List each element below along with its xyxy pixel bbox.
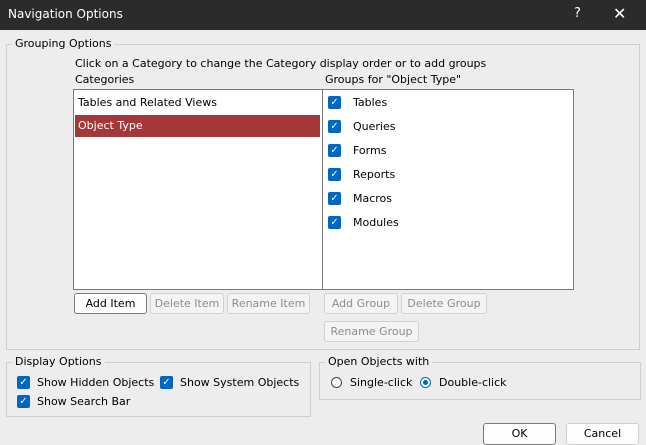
show-system-objects-label: Show System Objects [180, 376, 300, 389]
grouping-options-legend: Grouping Options [12, 37, 115, 50]
rename-item-button[interactable]: Rename Item [227, 293, 310, 314]
checkbox-checked-icon[interactable]: ✓ [328, 96, 341, 109]
show-search-bar-label: Show Search Bar [37, 395, 131, 408]
checkbox-checked-icon[interactable]: ✓ [328, 144, 341, 157]
add-group-button[interactable]: Add Group [324, 293, 398, 314]
ok-button[interactable]: OK [483, 423, 556, 445]
group-item-label: Reports [353, 168, 396, 181]
group-item-label: Queries [353, 120, 396, 133]
checkbox-checked-icon[interactable]: ✓ [328, 192, 341, 205]
category-item-object-type[interactable]: Object Type [75, 115, 320, 137]
checkbox-checked-icon[interactable]: ✓ [328, 216, 341, 229]
open-objects-legend: Open Objects with [325, 355, 433, 368]
checkbox-checked-icon[interactable]: ✓ [328, 168, 341, 181]
groups-label: Groups for "Object Type" [325, 73, 462, 86]
close-icon[interactable]: ✕ [613, 4, 626, 23]
group-item-label: Forms [353, 144, 387, 157]
delete-group-button[interactable]: Delete Group [401, 293, 487, 314]
rename-group-button[interactable]: Rename Group [324, 321, 419, 342]
double-click-radio[interactable] [420, 377, 431, 388]
categories-list[interactable]: Tables and Related Views Object Type [73, 89, 324, 290]
help-icon[interactable]: ? [574, 6, 581, 21]
single-click-label: Single-click [350, 376, 413, 389]
group-item-label: Tables [353, 96, 388, 109]
double-click-label: Double-click [439, 376, 507, 389]
title-bar: Navigation Options ? ✕ [0, 0, 646, 30]
group-item-label: Modules [353, 216, 399, 229]
display-options-legend: Display Options [12, 355, 105, 368]
group-item-label: Macros [353, 192, 393, 205]
show-system-objects-checkbox[interactable]: ✓ [160, 376, 173, 389]
window-title: Navigation Options [8, 7, 123, 21]
cancel-button[interactable]: Cancel [566, 423, 639, 445]
add-item-button[interactable]: Add Item [74, 293, 147, 314]
checkbox-checked-icon[interactable]: ✓ [328, 120, 341, 133]
show-hidden-objects-checkbox[interactable]: ✓ [17, 376, 30, 389]
delete-item-button[interactable]: Delete Item [150, 293, 224, 314]
groups-list[interactable]: ✓ Tables ✓ Queries ✓ Forms ✓ Reports ✓ M… [322, 89, 574, 290]
category-item-tables-related-views[interactable]: Tables and Related Views [75, 92, 320, 114]
single-click-radio[interactable] [331, 377, 342, 388]
show-search-bar-checkbox[interactable]: ✓ [17, 395, 30, 408]
show-hidden-objects-label: Show Hidden Objects [37, 376, 155, 389]
categories-label: Categories [75, 73, 135, 86]
grouping-hint: Click on a Category to change the Catego… [75, 57, 487, 70]
display-options-group [6, 362, 311, 417]
